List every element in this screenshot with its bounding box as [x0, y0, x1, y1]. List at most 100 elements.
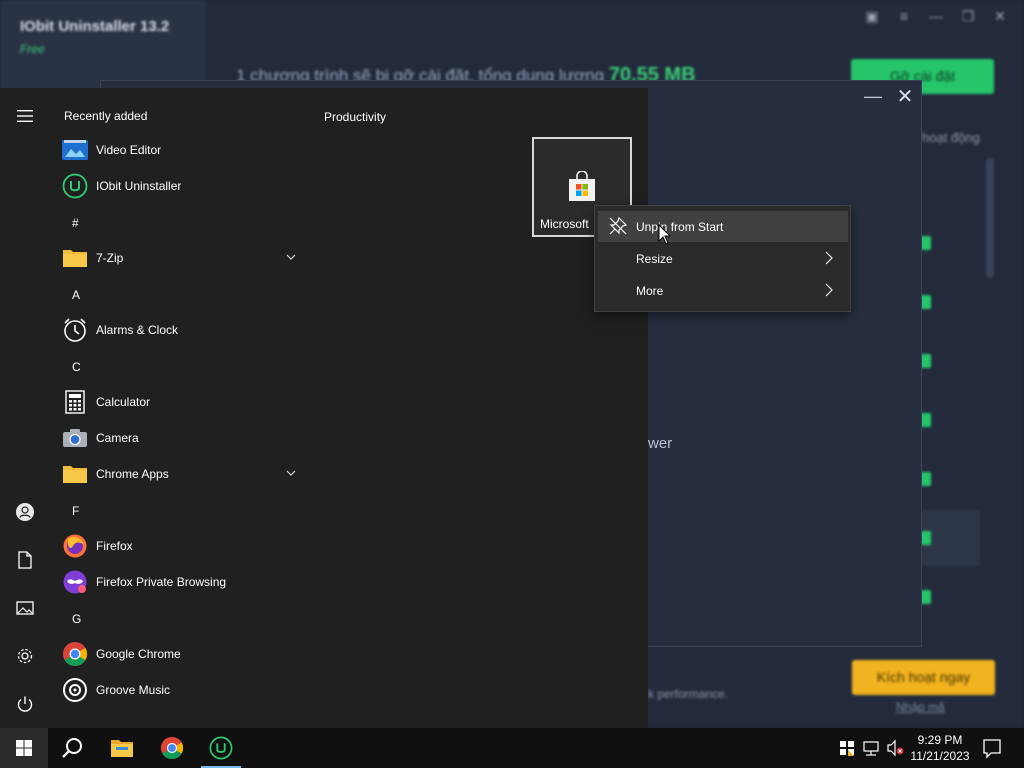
app-item-7zip[interactable]: 7-Zip	[60, 240, 308, 276]
minimize-icon[interactable]: —	[926, 8, 946, 26]
dialog-close-icon[interactable]: ✕	[896, 86, 914, 108]
app-item-iobit-uninstaller[interactable]: IObit Uninstaller	[60, 168, 308, 204]
context-item-label: Unpin from Start	[636, 219, 724, 234]
footer-text: k performance.	[648, 687, 729, 701]
context-item-label: More	[636, 283, 664, 298]
taskbar-chrome[interactable]	[148, 728, 196, 768]
firefox-private-icon	[62, 569, 88, 595]
maximize-icon[interactable]: ❐	[958, 8, 978, 26]
camera-icon	[62, 425, 88, 451]
search-button[interactable]	[48, 728, 96, 768]
groove-music-icon	[62, 677, 88, 703]
hamburger-menu-button[interactable]	[8, 99, 42, 133]
video-editor-icon	[62, 137, 88, 163]
chrome-icon	[160, 736, 184, 760]
app-label: IObit Uninstaller	[96, 179, 182, 193]
resize-item[interactable]: Resize	[598, 243, 848, 274]
unpin-from-start-item[interactable]: Unpin from Start	[598, 211, 848, 242]
activate-now-button[interactable]: Kích hoạt ngay	[852, 660, 995, 695]
taskbar: 9:29 PM 11/21/2023	[0, 728, 1024, 768]
clock-date: 11/21/2023	[910, 749, 970, 763]
power-icon	[17, 696, 33, 712]
unpin-icon	[609, 216, 628, 235]
taskbar-file-explorer[interactable]	[98, 728, 146, 768]
app-item-firefox[interactable]: Firefox	[60, 528, 308, 564]
notification-center-icon[interactable]	[982, 737, 1002, 759]
chrome-icon	[62, 641, 88, 667]
iobit-uninstaller-icon	[209, 736, 233, 760]
clock-time: 9:29 PM	[917, 733, 963, 747]
more-item[interactable]: More	[598, 275, 848, 306]
document-icon	[18, 551, 32, 569]
start-rail	[0, 88, 48, 728]
iobit-window-controls: ▣ ≡ — ❐ ✕	[862, 8, 1010, 26]
user-account-button[interactable]	[8, 495, 42, 529]
documents-button[interactable]	[8, 543, 42, 577]
letter-header-hash[interactable]: #	[72, 216, 79, 230]
list-scrollbar[interactable]	[986, 158, 994, 278]
firefox-icon	[62, 533, 88, 559]
system-clock[interactable]: 9:29 PM 11/21/2023	[898, 732, 982, 764]
app-item-google-chrome[interactable]: Google Chrome	[60, 636, 308, 672]
security-shield-icon[interactable]	[838, 738, 856, 758]
microsoft-store-icon	[569, 171, 595, 201]
close-icon[interactable]: ✕	[990, 8, 1010, 26]
app-item-groove-music[interactable]: Groove Music	[60, 672, 308, 708]
pictures-icon	[16, 601, 34, 615]
tile-context-menu: Unpin from Start Resize More	[594, 205, 851, 312]
dialog-text-fragment: wer	[648, 435, 673, 452]
folder-icon	[62, 245, 88, 271]
app-label: Google Chrome	[96, 647, 181, 661]
user-icon	[16, 503, 34, 521]
alarm-clock-icon	[62, 317, 88, 343]
search-icon	[62, 738, 82, 758]
letter-header-c[interactable]: C	[72, 360, 81, 374]
app-label: Chrome Apps	[96, 467, 169, 481]
letter-header-a[interactable]: A	[72, 288, 80, 302]
start-menu: Recently added Video Editor IObit Uninst…	[0, 88, 648, 728]
settings-button[interactable]	[8, 639, 42, 673]
iobit-uninstaller-icon	[62, 173, 88, 199]
app-label: Groove Music	[96, 683, 171, 697]
calculator-icon	[62, 389, 88, 415]
app-list: Recently added Video Editor IObit Uninst…	[48, 88, 310, 728]
taskbar-iobit-uninstaller[interactable]	[197, 728, 245, 768]
tile-group-title[interactable]: Productivity	[324, 110, 386, 124]
app-item-firefox-private[interactable]: Firefox Private Browsing	[60, 564, 308, 600]
dialog-minimize-icon[interactable]: —	[864, 86, 882, 106]
menu-icon[interactable]: ≡	[894, 8, 914, 26]
app-item-calculator[interactable]: Calculator	[60, 384, 308, 420]
chevron-right-icon	[825, 283, 833, 297]
letter-header-f[interactable]: F	[72, 504, 79, 518]
context-item-label: Resize	[636, 251, 673, 266]
windows-logo-icon	[16, 740, 32, 756]
app-label: 7-Zip	[96, 251, 124, 265]
mouse-cursor-icon	[658, 224, 672, 245]
tiles-area: Productivity Microsoft	[310, 88, 648, 728]
app-item-camera[interactable]: Camera	[60, 420, 308, 456]
gift-icon[interactable]: ▣	[862, 8, 882, 26]
enter-code-link[interactable]: Nhập mã	[896, 700, 945, 714]
network-icon[interactable]	[862, 738, 880, 758]
iobit-edition: Free	[20, 42, 45, 56]
letter-header-g[interactable]: G	[72, 612, 81, 626]
pictures-button[interactable]	[8, 591, 42, 625]
app-label: Firefox	[96, 539, 133, 553]
file-explorer-icon	[111, 740, 133, 757]
folder-icon	[62, 461, 88, 487]
app-label: Calculator	[96, 395, 151, 409]
app-item-video-editor[interactable]: Video Editor	[60, 132, 308, 168]
iobit-app-title: IObit Uninstaller 13.2	[20, 18, 170, 35]
chevron-down-icon[interactable]	[284, 466, 298, 480]
app-label: Camera	[96, 431, 139, 445]
hamburger-icon	[17, 110, 33, 122]
chevron-down-icon[interactable]	[284, 250, 298, 264]
app-label: Video Editor	[96, 143, 162, 157]
app-item-chrome-apps[interactable]: Chrome Apps	[60, 456, 308, 492]
power-button[interactable]	[8, 687, 42, 721]
column-header: hoạt động	[922, 130, 980, 145]
app-item-alarms-clock[interactable]: Alarms & Clock	[60, 312, 308, 348]
chevron-right-icon	[825, 251, 833, 265]
start-button[interactable]	[0, 728, 48, 768]
app-label: Alarms & Clock	[96, 323, 179, 337]
